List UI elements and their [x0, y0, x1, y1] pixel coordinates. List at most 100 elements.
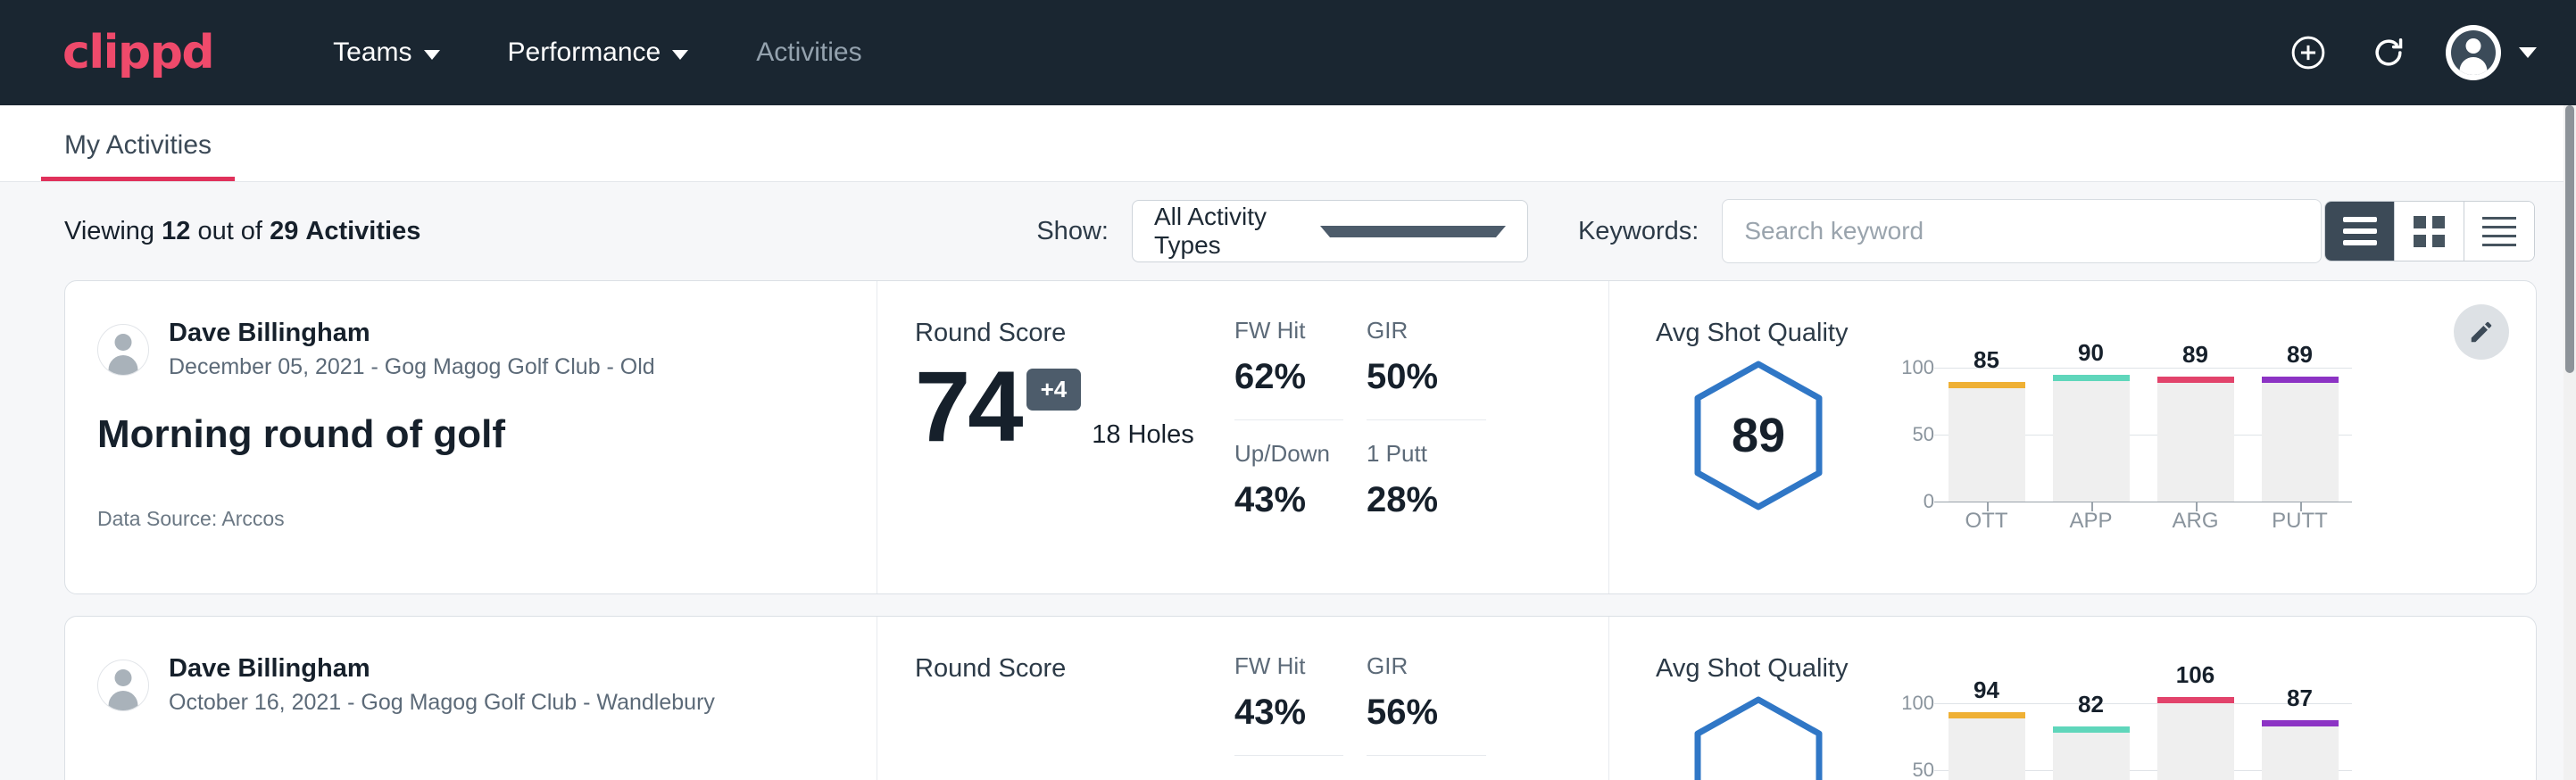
bar-value: 82 [2053, 691, 2130, 718]
activity-card[interactable]: Dave Billingham December 05, 2021 - Gog … [64, 280, 2537, 594]
stat-label: FW Hit [1234, 652, 1343, 680]
keywords-group: Keywords: [1578, 199, 2322, 263]
activity-summary: Dave Billingham December 05, 2021 - Gog … [65, 281, 877, 593]
stat-label: FW Hit [1234, 317, 1343, 344]
bar-cap [1949, 712, 2025, 718]
bar-value: 89 [2157, 341, 2234, 369]
avg-shot-quality-section: Avg Shot Quality 100 50 [1609, 617, 2536, 780]
bar-cap [2157, 697, 2234, 703]
stat-gir: GIR 50% [1367, 317, 1486, 420]
main-nav: Teams Performance Activities [299, 37, 895, 68]
filter-toolbar: Viewing 12 out of 29 Activities Show: Al… [0, 182, 2576, 280]
chevron-down-icon [424, 50, 440, 60]
edit-activity-button[interactable] [2454, 304, 2509, 360]
chart-x-axis: OTT APP ARG PUTT [1934, 509, 2352, 534]
grid-view-button[interactable] [2395, 202, 2464, 261]
round-score-value-group: 74 +4 18 Holes [915, 357, 1234, 457]
avg-shot-quality-label: Avg Shot Quality [1656, 654, 2536, 684]
viewing-middle: out of [197, 217, 262, 245]
stat-value: 43% [1234, 480, 1343, 520]
list-view-icon [2343, 217, 2377, 245]
quality-score-value: 89 [1691, 359, 1826, 512]
account-avatar-icon [2451, 30, 2496, 75]
chevron-down-icon [672, 50, 688, 60]
bar-cap [1949, 382, 2025, 388]
viewing-prefix: Viewing [64, 217, 154, 245]
shot-quality-chart: 100 50 0 85 [1881, 352, 2352, 534]
activity-data-source: Data Source: Arccos [97, 507, 877, 531]
nav-item-label: Performance [508, 37, 661, 68]
bar-ott: 94 [1949, 703, 2025, 780]
avg-shot-quality-body: 89 100 50 0 [1656, 352, 2536, 534]
stat-value: 62% [1234, 357, 1343, 397]
stat-value: 28% [1367, 480, 1486, 520]
author-name: Dave Billingham [169, 654, 715, 684]
quality-hexagon-wrap [1656, 687, 1861, 780]
stat-label: 1 Putt [1367, 440, 1486, 468]
bar-ott: 85 [1949, 368, 2025, 502]
keywords-label: Keywords: [1578, 217, 1699, 246]
viewing-total: 29 [270, 217, 298, 245]
nav-item-label: Activities [756, 37, 861, 68]
account-menu[interactable] [2446, 25, 2537, 80]
activity-type-select[interactable]: All Activity Types [1132, 200, 1528, 262]
bar-value: 94 [1949, 676, 2025, 704]
round-stats: FW Hit 62% GIR 50% Up/Down 43% 1 Putt 28… [1234, 281, 1609, 593]
bar-putt: 87 [2262, 703, 2339, 780]
x-tick: OTT [1949, 509, 2025, 534]
x-tick: ARG [2157, 509, 2234, 534]
avatar [97, 660, 149, 711]
chart-plot-area: 85 90 89 [1934, 368, 2352, 502]
compact-view-button[interactable] [2464, 202, 2534, 261]
list-view-button[interactable] [2325, 202, 2395, 261]
bar-putt: 89 [2262, 368, 2339, 502]
add-circle-icon[interactable] [2281, 26, 2335, 79]
stat-value: 56% [1367, 693, 1486, 733]
y-tick: 100 [1901, 356, 1934, 379]
score-to-par-badge: +4 [1026, 369, 1082, 411]
author-name: Dave Billingham [169, 319, 655, 348]
compact-view-icon [2482, 217, 2516, 246]
clippd-logo[interactable]: clippd [62, 26, 213, 79]
activity-summary: Dave Billingham October 16, 2021 - Gog M… [65, 617, 877, 780]
avg-shot-quality-body: 100 50 0 94 [1656, 687, 2536, 780]
avg-shot-quality-section: Avg Shot Quality 89 100 50 [1609, 281, 2536, 593]
viewing-count: 12 [162, 217, 190, 245]
stat-fw-hit: FW Hit 62% [1234, 317, 1343, 420]
tab-my-activities[interactable]: My Activities [41, 130, 235, 181]
page-scrollbar[interactable] [2564, 105, 2576, 780]
bar-value: 106 [2157, 661, 2234, 689]
nav-item-activities[interactable]: Activities [722, 37, 895, 68]
chart-plot-area: 94 82 106 [1934, 703, 2352, 780]
avatar [97, 324, 149, 376]
chevron-down-icon [1320, 226, 1506, 237]
chart-bars: 85 90 89 [1934, 368, 2352, 502]
chart-y-axis: 100 50 0 [1881, 368, 1934, 502]
activity-title: Morning round of golf [97, 412, 877, 457]
refresh-icon[interactable] [2362, 26, 2415, 79]
view-mode-toggle [2324, 201, 2535, 261]
activity-card[interactable]: Dave Billingham October 16, 2021 - Gog M… [64, 616, 2537, 780]
search-input[interactable] [1722, 199, 2322, 263]
stat-up-down: Up/Down 43% [1234, 420, 1343, 524]
activity-meta: October 16, 2021 - Gog Magog Golf Club -… [169, 690, 715, 716]
nav-item-label: Teams [333, 37, 411, 68]
quality-score-value [1691, 694, 1826, 780]
stat-gir: GIR 56% [1367, 652, 1486, 756]
scrollbar-thumb[interactable] [2565, 105, 2574, 373]
round-score-value: 74 [915, 357, 1021, 457]
bar-value: 90 [2053, 339, 2130, 367]
bar-value: 87 [2262, 685, 2339, 712]
stat-label: Up/Down [1234, 440, 1343, 468]
quality-hexagon: 89 [1691, 359, 1826, 512]
nav-item-performance[interactable]: Performance [474, 37, 723, 68]
round-score-label: Round Score [915, 654, 1234, 684]
activity-author: Dave Billingham October 16, 2021 - Gog M… [97, 654, 877, 716]
chevron-down-icon [2519, 47, 2537, 58]
avatar [2446, 25, 2501, 80]
round-score-section: Round Score [877, 617, 1234, 780]
bar-cap [2262, 377, 2339, 383]
bar-value: 85 [1949, 346, 2025, 374]
bar-cap [2262, 720, 2339, 726]
nav-item-teams[interactable]: Teams [299, 37, 473, 68]
